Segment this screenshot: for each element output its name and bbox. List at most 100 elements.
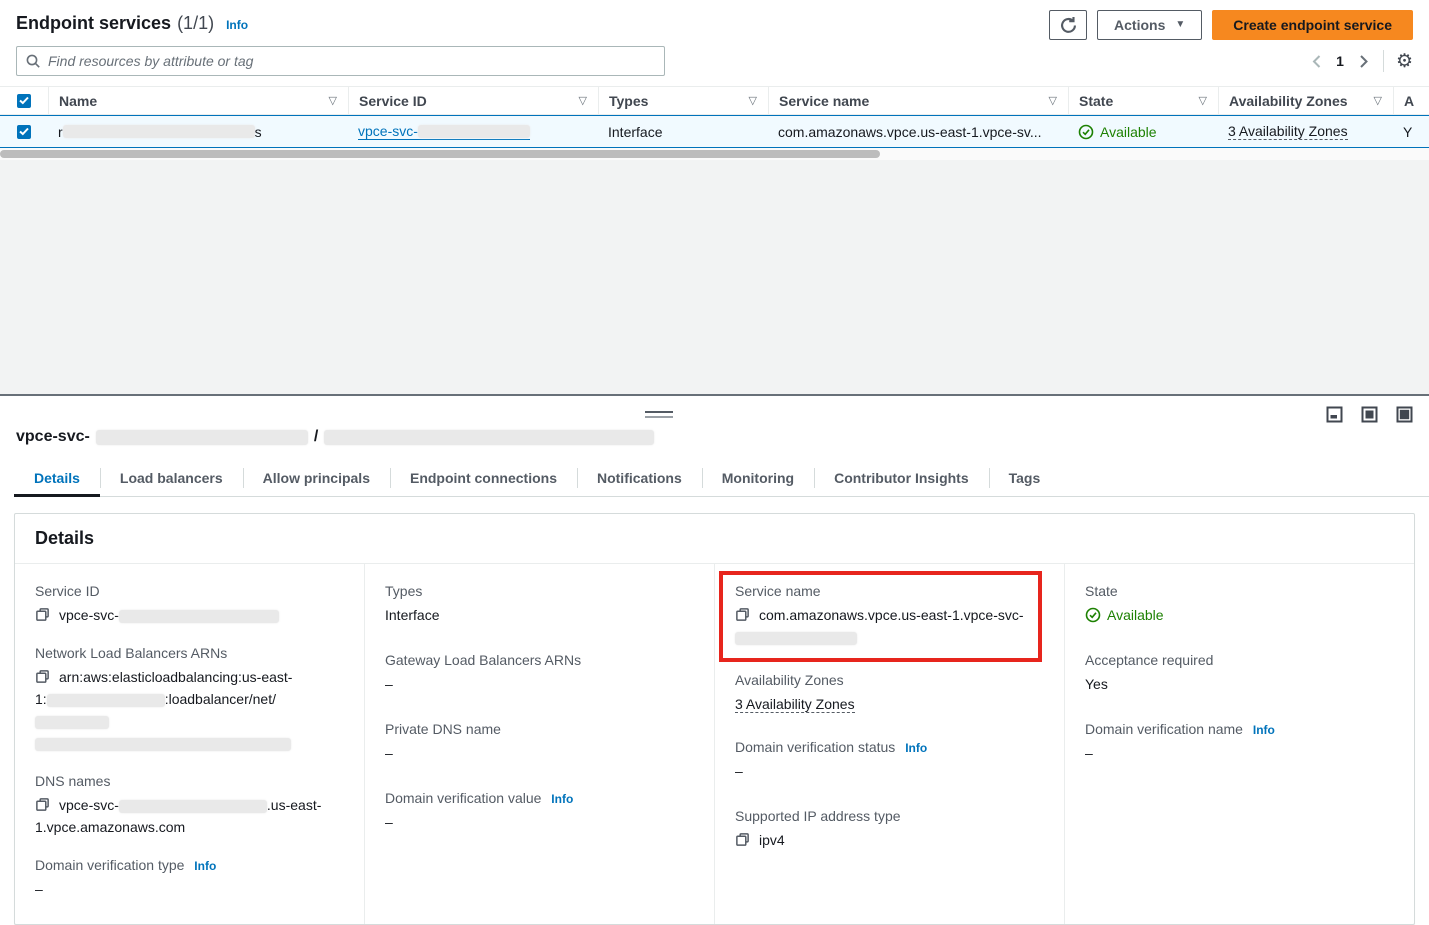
service-id-link[interactable]: vpce-svc- bbox=[358, 123, 530, 140]
field-value: ipv4 bbox=[735, 829, 1044, 851]
service-id-text: vpce-svc- bbox=[59, 607, 119, 623]
header-info-link[interactable]: Info bbox=[226, 18, 248, 32]
copy-icon[interactable] bbox=[735, 832, 750, 847]
details-card-heading: Details bbox=[15, 514, 1414, 564]
sort-icon[interactable]: ▽ bbox=[1198, 94, 1208, 107]
info-link[interactable]: Info bbox=[905, 741, 927, 755]
copy-icon[interactable] bbox=[735, 607, 750, 622]
state-label: Available bbox=[1100, 124, 1157, 140]
tab-tags[interactable]: Tags bbox=[989, 462, 1061, 496]
page-title-wrap: Endpoint services (1/1) Info bbox=[16, 10, 248, 34]
field-value: – bbox=[1085, 742, 1394, 764]
endpoint-services-table: Name ▽ Service ID ▽ Types ▽ Service name… bbox=[0, 86, 1429, 160]
field-label: Domain verification value Info bbox=[385, 790, 694, 806]
filter-toolbar: 1 ⚙ bbox=[0, 42, 1429, 86]
tab-endpoint-connections[interactable]: Endpoint connections bbox=[390, 462, 577, 496]
tab-monitoring[interactable]: Monitoring bbox=[702, 462, 814, 496]
pagination: 1 ⚙ bbox=[1309, 50, 1413, 72]
panel-size-half-icon[interactable] bbox=[1361, 406, 1378, 423]
search-input[interactable] bbox=[48, 53, 656, 69]
sort-icon[interactable]: ▽ bbox=[1048, 94, 1058, 107]
sort-icon[interactable]: ▽ bbox=[328, 94, 338, 107]
row-select-cell bbox=[0, 116, 48, 147]
field-dns-names: DNS names vpce-svc-.us-east- 1.vpce.amaz… bbox=[35, 773, 344, 838]
table-row[interactable]: r s vpce-svc- Interface com.amazonaws.vp… bbox=[0, 115, 1429, 148]
field-value: 3 Availability Zones bbox=[735, 693, 1044, 715]
service-name-text: com.amazonaws.vpce.us-east-1.vpce-svc- bbox=[759, 607, 1024, 623]
create-endpoint-service-button[interactable]: Create endpoint service bbox=[1212, 10, 1413, 40]
column-header-availability-zones: Availability Zones ▽ bbox=[1218, 87, 1393, 114]
copy-icon[interactable] bbox=[35, 797, 50, 812]
tab-contributor-insights[interactable]: Contributor Insights bbox=[814, 462, 989, 496]
field-label: Service name bbox=[735, 583, 1028, 599]
select-all-checkbox[interactable] bbox=[17, 94, 31, 108]
column-label: A bbox=[1404, 93, 1414, 109]
selected-resource-title: vpce-svc- / bbox=[16, 428, 1413, 446]
page-number[interactable]: 1 bbox=[1336, 53, 1344, 69]
actions-button-label: Actions bbox=[1114, 17, 1165, 33]
endpoint-services-list-section: Endpoint services (1/1) Info Actions ▼ C… bbox=[0, 0, 1429, 160]
field-state: State Available bbox=[1085, 583, 1394, 626]
sort-icon[interactable]: ▽ bbox=[748, 94, 758, 107]
field-domain-verification-name: Domain verification name Info – bbox=[1085, 721, 1394, 764]
cell-name: r s bbox=[48, 116, 348, 147]
column-header-acceptance: A bbox=[1393, 87, 1429, 114]
copy-icon[interactable] bbox=[35, 607, 50, 622]
redacted-lb-name bbox=[35, 716, 109, 729]
column-header-name: Name ▽ bbox=[48, 87, 348, 114]
field-label-text: Domain verification name bbox=[1085, 721, 1243, 737]
tab-details[interactable]: Details bbox=[14, 462, 100, 496]
tab-notifications[interactable]: Notifications bbox=[577, 462, 702, 496]
panel-size-full-icon[interactable] bbox=[1396, 406, 1413, 423]
next-page-button[interactable] bbox=[1356, 52, 1371, 71]
sort-icon[interactable]: ▽ bbox=[1373, 94, 1383, 107]
field-label-text: Domain verification status bbox=[735, 739, 895, 755]
previous-page-button[interactable] bbox=[1309, 52, 1324, 71]
field-domain-verification-status: Domain verification status Info – bbox=[735, 739, 1044, 782]
select-all-cell bbox=[0, 87, 48, 114]
info-link[interactable]: Info bbox=[551, 792, 573, 806]
field-value: – bbox=[735, 760, 1044, 782]
split-panel-drag-handle[interactable] bbox=[645, 411, 673, 418]
panel-position-bottom-icon[interactable] bbox=[1326, 406, 1343, 423]
field-label-text: Domain verification type bbox=[35, 857, 184, 873]
arn-text: :loadbalancer/net/ bbox=[165, 691, 276, 707]
tab-load-balancers[interactable]: Load balancers bbox=[100, 462, 243, 496]
availability-zones-link[interactable]: 3 Availability Zones bbox=[735, 696, 855, 713]
detail-tabs: Details Load balancers Allow principals … bbox=[14, 462, 1429, 497]
check-circle-icon bbox=[1078, 124, 1094, 140]
page-header: Endpoint services (1/1) Info Actions ▼ C… bbox=[0, 0, 1429, 42]
field-value: – bbox=[385, 673, 694, 695]
caret-down-icon: ▼ bbox=[1175, 20, 1185, 30]
row-checkbox[interactable] bbox=[17, 125, 31, 139]
field-label: Types bbox=[385, 583, 694, 599]
column-label: Name bbox=[59, 93, 97, 109]
field-supported-ip-address-type: Supported IP address type ipv4 bbox=[735, 808, 1044, 851]
split-panel-layout-controls bbox=[1326, 406, 1413, 423]
details-card-body: Service ID vpce-svc- Network Load Balanc… bbox=[15, 564, 1414, 924]
details-card: Details Service ID vpce-svc- Network Loa… bbox=[14, 513, 1415, 925]
tab-allow-principals[interactable]: Allow principals bbox=[243, 462, 390, 496]
info-link[interactable]: Info bbox=[1253, 723, 1275, 737]
availability-zones-link[interactable]: 3 Availability Zones bbox=[1228, 123, 1348, 140]
dns-text: vpce-svc- bbox=[59, 797, 119, 813]
field-value: – bbox=[35, 878, 344, 900]
actions-button[interactable]: Actions ▼ bbox=[1097, 10, 1202, 40]
sort-icon[interactable]: ▽ bbox=[578, 94, 588, 107]
cell-types: Interface bbox=[598, 116, 768, 147]
title-separator: / bbox=[314, 428, 318, 446]
table-settings-gear-icon[interactable]: ⚙ bbox=[1396, 52, 1413, 71]
horizontal-scrollbar-thumb[interactable] bbox=[0, 150, 880, 158]
table-header-row: Name ▽ Service ID ▽ Types ▽ Service name… bbox=[0, 86, 1429, 115]
field-label: Private DNS name bbox=[385, 721, 694, 737]
info-link[interactable]: Info bbox=[194, 859, 216, 873]
field-private-dns-name: Private DNS name – bbox=[385, 721, 694, 764]
field-label: Service ID bbox=[35, 583, 344, 599]
refresh-button[interactable] bbox=[1049, 10, 1087, 40]
redacted-dns-id bbox=[119, 800, 267, 813]
column-header-state: State ▽ bbox=[1068, 87, 1218, 114]
redacted-arn-tail bbox=[35, 738, 291, 751]
field-label: Domain verification status Info bbox=[735, 739, 1044, 755]
status-badge: Available bbox=[1078, 124, 1157, 140]
copy-icon[interactable] bbox=[35, 669, 50, 684]
